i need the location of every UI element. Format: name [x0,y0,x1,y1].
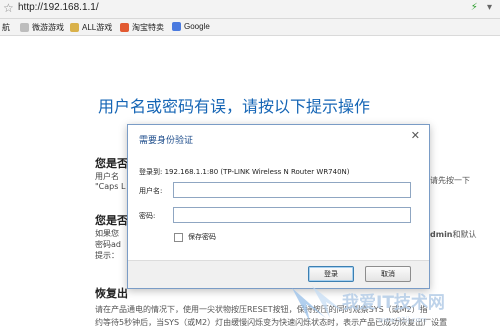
section-text: 用户名 [95,172,119,181]
remember-checkbox[interactable] [174,232,183,242]
extension-icon[interactable]: ⚡ [471,2,478,13]
section-text-right: dmin和默认 [430,229,477,240]
star-icon[interactable]: ☆ [3,1,14,15]
username-field[interactable] [173,182,411,198]
section-2: 您是否 如果您 密码ad 提示： [95,212,128,261]
close-icon[interactable]: ✕ [411,129,420,142]
toolbar-right: ⚡ ▾ [471,2,492,13]
section-title: 您是否 [95,214,128,227]
bookmark-item[interactable]: 微游游戏 [20,22,64,33]
section-text: 密码ad [95,240,121,249]
section-1: 您是否 用户名 "Caps L [95,155,128,191]
bookmark-label: Google [184,22,210,31]
section-text: 如果您 [95,229,119,238]
bookmark-item[interactable]: 淘宝特卖 [120,22,164,33]
dialog-footer: 登录 取消 [128,260,429,288]
bookmarks-bar: 航 微游游戏 ALL游戏 淘宝特卖 Google [0,19,500,36]
cancel-button[interactable]: 取消 [365,266,411,282]
page-heading: 用户名或密码有误，请按以下提示操作 [98,97,371,116]
address-bar[interactable]: ☆ http://192.168.1.1/ ⚡ ▾ [0,0,500,19]
dialog-title: 需要身份验证 [139,136,194,146]
remember-label: 保存密码 [188,233,216,241]
host-line: 登录到: 192.168.1.1:80 (TP-LINK Wireless N … [139,168,350,176]
bookmark-label: 淘宝特卖 [132,23,164,32]
google-icon [172,22,181,31]
dropdown-icon[interactable]: ▾ [487,2,492,13]
section-text: 约等待5秒钟后，当SYS（或M2）灯由缓慢闪烁变为快速闪烁状态时，表示产品已成功… [95,318,448,327]
password-field[interactable] [173,207,411,223]
game-icon [20,23,29,32]
section-text: 请在产品通电的情况下，使用一尖状物按压RESET按钮，保持按压的同时观察SYS（… [95,305,428,314]
username-label: 用户名: [139,187,163,195]
auth-dialog: 需要身份验证 ✕ 登录到: 192.168.1.1:80 (TP-LINK Wi… [127,124,430,289]
bookmark-label: 航 [2,23,10,32]
bookmark-item[interactable]: Google [172,22,210,31]
bookmark-item[interactable]: ALL游戏 [70,22,112,33]
game-icon [70,23,79,32]
section-text: 提示： [95,251,119,260]
section-text: "Caps L [95,182,126,191]
section-bold: dmin [430,230,453,239]
remember-password[interactable]: 保存密码 [174,232,216,242]
url-text[interactable]: http://192.168.1.1/ [18,2,99,13]
section-text: 和默认 [452,230,477,239]
section-text-right: 请先按一下 [430,176,470,185]
bookmark-label: 微游游戏 [32,23,64,32]
section-title: 您是否 [95,157,128,170]
section-title: 恢复出 [95,287,128,300]
section-3: 恢复出 [95,285,128,301]
bookmark-label: ALL游戏 [82,23,113,32]
bookmark-item[interactable]: 航 [2,22,10,33]
login-button[interactable]: 登录 [308,266,354,282]
password-label: 密码: [139,212,156,220]
shopping-icon [120,23,129,32]
